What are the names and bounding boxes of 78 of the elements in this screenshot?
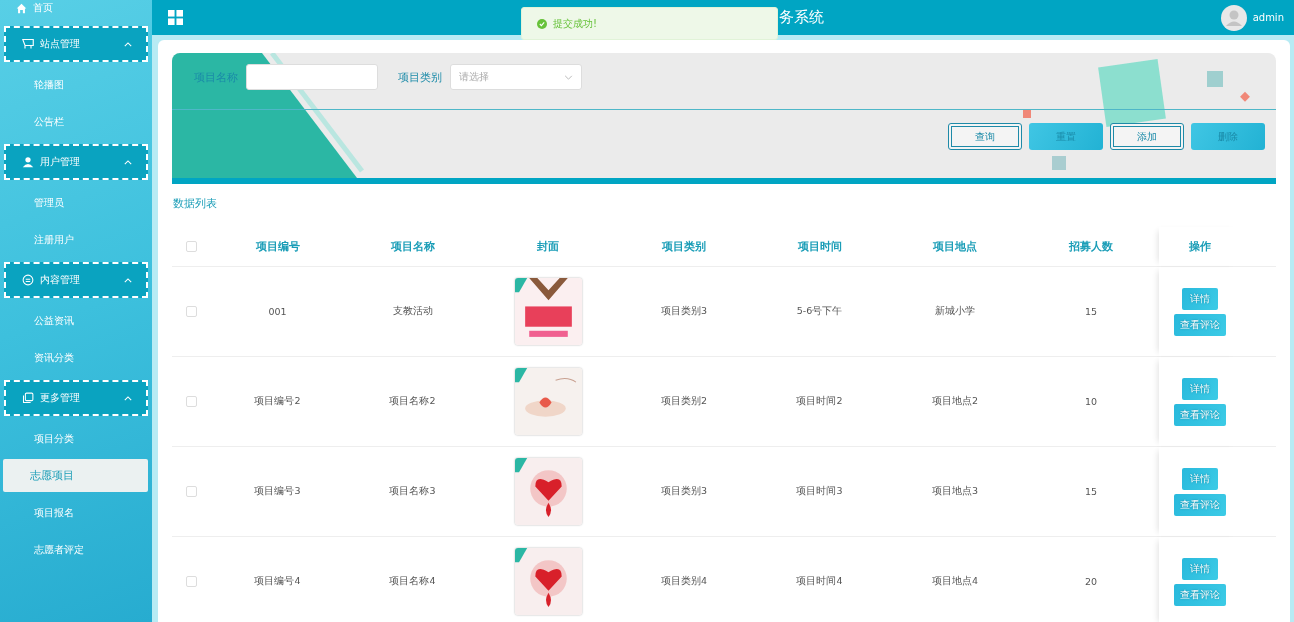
user-name[interactable]: admin [1252, 12, 1284, 23]
sidebar-item[interactable]: 资讯分类 [4, 339, 148, 376]
search-panel-button[interactable]: 查询 [948, 123, 1022, 150]
column-header: 项目时间 [796, 239, 843, 254]
copy-icon [22, 392, 34, 404]
table-cell-text: 20 [1083, 576, 1099, 587]
select-all-checkbox[interactable] [185, 241, 197, 252]
column-header: 封面 [536, 239, 560, 254]
table-cell-text: 项目类别4 [659, 575, 708, 588]
table-cell-text: 项目时间4 [795, 575, 844, 588]
menu-group-header[interactable]: 站点管理 [4, 26, 148, 62]
app-title: 务系统 [779, 8, 824, 27]
toast-message: 提交成功! [553, 16, 597, 31]
row-action-button[interactable]: 查看评论 [1174, 313, 1226, 336]
user-icon [22, 156, 34, 168]
table-cell-text: 项目地点3 [930, 485, 979, 498]
row-action-button[interactable]: 详情 [1182, 557, 1218, 580]
row-action-button[interactable]: 详情 [1182, 377, 1218, 400]
table-cell-text: 支教活动 [391, 305, 434, 318]
table-cell-text: 项目类别3 [659, 485, 708, 498]
table-cell-text: 项目类别2 [659, 395, 708, 408]
check-circle-icon [537, 18, 547, 29]
grid-menu-icon[interactable] [168, 10, 183, 25]
column-header: 项目编号 [254, 239, 301, 254]
avatar-icon[interactable] [1220, 4, 1247, 31]
menu-group-header[interactable]: 更多管理 [4, 380, 148, 416]
home-menu-item[interactable]: 首页 [0, 0, 152, 22]
chat-icon [22, 274, 34, 286]
table-cell-text: 项目时间2 [795, 395, 844, 408]
sidebar-item[interactable]: 项目分类 [4, 420, 148, 457]
menu-group-header[interactable]: 内容管理 [4, 262, 148, 298]
table-cell-text: 项目名称4 [388, 575, 437, 588]
row-checkbox[interactable] [185, 306, 197, 317]
table-cell-text: 项目编号3 [253, 485, 302, 498]
table-cell-text: 新城小学 [934, 305, 976, 318]
sidebar-item[interactable]: 注册用户 [4, 221, 148, 258]
row-action-button[interactable]: 详情 [1182, 467, 1218, 490]
table-cell-text: 项目编号2 [253, 395, 302, 408]
row-action-button[interactable]: 详情 [1182, 287, 1218, 310]
cart-icon [22, 38, 34, 50]
row-action-button[interactable]: 查看评论 [1174, 403, 1226, 426]
sidebar-item[interactable]: 公益资讯 [4, 302, 148, 339]
row-checkbox[interactable] [185, 396, 197, 407]
table-cell-text: 001 [267, 306, 288, 317]
field-label: 项目类别 [398, 69, 442, 85]
home-icon [16, 2, 27, 14]
chevron-down-icon [564, 74, 573, 80]
column-header: 项目类别 [661, 239, 707, 254]
row-action-button[interactable]: 查看评论 [1174, 583, 1226, 606]
table-cell-text: 15 [1083, 306, 1099, 317]
menu-group-header[interactable]: 用户管理 [4, 144, 148, 180]
category-select[interactable]: 请选择 [450, 64, 582, 90]
sidebar-item[interactable]: 轮播图 [4, 66, 148, 103]
row-checkbox[interactable] [185, 486, 197, 497]
table-cell-text: 15 [1083, 486, 1099, 497]
table-title: 数据列表 [173, 196, 218, 211]
sidebar-item[interactable]: 管理员 [4, 184, 148, 221]
table-cell-text: 项目名称3 [388, 485, 437, 498]
sidebar-item[interactable]: 公告栏 [4, 103, 148, 140]
sidebar-item[interactable]: 项目报名 [4, 494, 148, 531]
table-cell-text: 10 [1083, 396, 1099, 407]
table-cell-text: 项目地点2 [930, 395, 979, 408]
search-panel-button[interactable]: 添加 [1110, 123, 1184, 150]
name-input-field[interactable] [246, 64, 378, 90]
row-checkbox[interactable] [185, 576, 197, 587]
sidebar-item[interactable]: 志愿项目 [3, 459, 148, 492]
table-cell-text: 项目时间3 [795, 485, 844, 498]
column-header: 项目地点 [932, 239, 978, 254]
column-header: 项目名称 [389, 239, 436, 254]
column-header: 操作 [1159, 227, 1241, 266]
table-cell-text: 项目编号4 [253, 575, 302, 588]
table-cell-text: 项目名称2 [388, 395, 437, 408]
row-action-button[interactable]: 查看评论 [1174, 493, 1226, 516]
sidebar-item[interactable]: 志愿者评定 [4, 531, 148, 568]
table-cell-text: 5-6号下午 [795, 305, 844, 318]
column-header: 招募人数 [1068, 239, 1114, 254]
table-cell-text: 项目地点4 [930, 575, 979, 588]
table-cell-text: 项目类别3 [659, 305, 708, 318]
